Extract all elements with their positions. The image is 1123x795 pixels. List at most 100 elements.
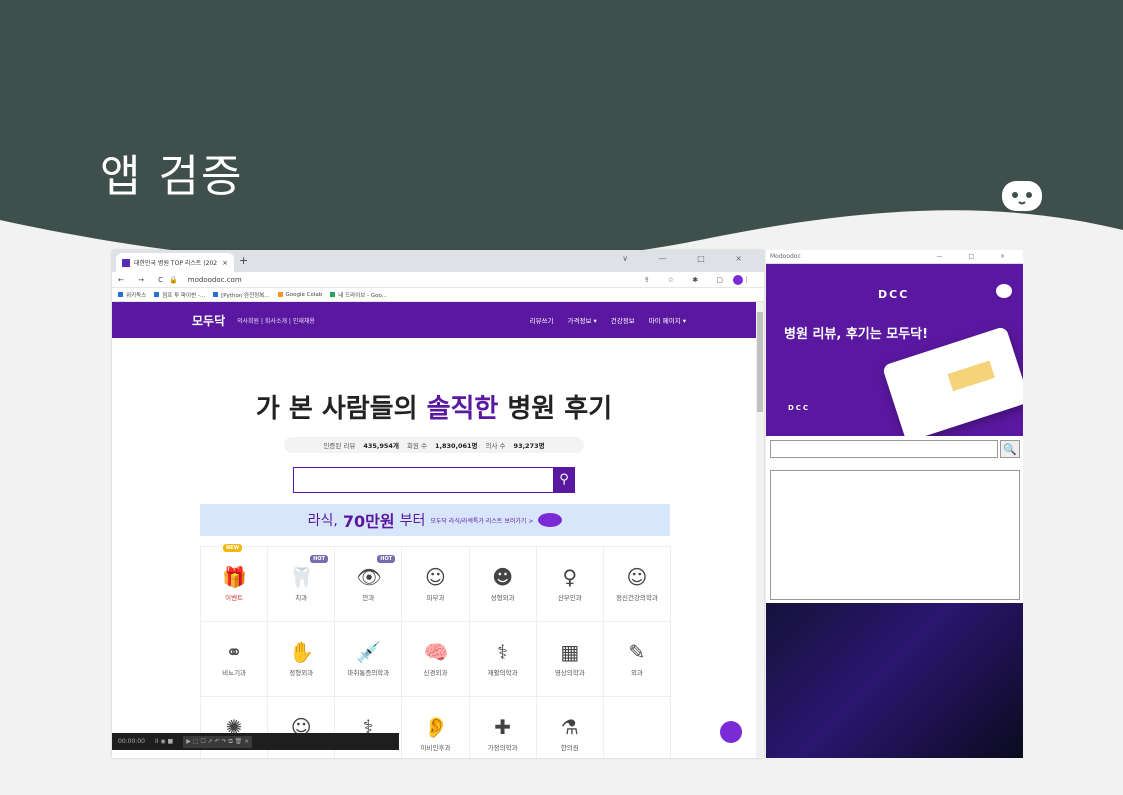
- app-logo: DCC: [878, 288, 910, 301]
- menu-icon[interactable]: ⋮: [743, 276, 758, 284]
- category-item[interactable]: ✎ 외과: [603, 622, 671, 697]
- bookmark-item[interactable]: [Python 완전정복...: [213, 291, 270, 299]
- site-logo[interactable]: 모두닥: [192, 312, 225, 329]
- nav-my-page[interactable]: 마이 페이지 ▾: [649, 315, 686, 325]
- nav-write-review[interactable]: 리뷰쓰기: [530, 315, 554, 325]
- toolbar-icons: ⇪ ☆ ✱ ▢ ⋮: [644, 274, 758, 285]
- lock-icon: 🔒: [169, 275, 178, 284]
- favicon-icon: [122, 258, 130, 267]
- extension-icons[interactable]: ⇪ ☆ ✱ ▢: [644, 276, 731, 284]
- cross-icon: ✚: [494, 715, 511, 739]
- site-nav-links[interactable]: 의사회원 | 회사소개 | 인재채용: [237, 316, 315, 325]
- tab-close-button[interactable]: ×: [222, 259, 228, 267]
- category-item[interactable]: ⚭ 비뇨기과: [201, 622, 269, 697]
- search-icon[interactable]: ⚲: [553, 467, 575, 492]
- bookmark-item[interactable]: 위키독스: [118, 291, 146, 299]
- kidney-icon: ⚭: [225, 640, 243, 664]
- browser-tab[interactable]: 대한민국 병원 TOP 리스트 (202 ×: [116, 253, 234, 272]
- app-chat-icon: [996, 284, 1012, 298]
- app-banner: DCC 병원 리뷰, 후기는 모두닥! DCC: [766, 264, 1023, 436]
- category-label: 피부과: [426, 594, 445, 602]
- screen-recorder-toolbar: 00:00:00 II ◉ ■ ▶ ⬚ ☐ ↗ ↶ ↷ ⧉ 🗑 ×: [112, 733, 399, 750]
- app-search-input[interactable]: [770, 440, 998, 458]
- chat-bubble-icon: [1002, 181, 1042, 211]
- site-navbar: 모두닥 의사회원 | 회사소개 | 인재채용 리뷰쓰기 가격정보 ▾ 건강정보 …: [112, 302, 756, 338]
- slide-title: 앱 검증: [100, 151, 244, 202]
- uterus-icon: ♀: [562, 565, 578, 589]
- xray-icon: ▦: [560, 640, 580, 664]
- bookmarks-bar: 위키독스 점프 투 파이썬 -... [Python 완전정복... Googl…: [112, 288, 764, 302]
- magnifier-icon[interactable]: 🔍: [1000, 440, 1020, 458]
- app-results-box: [770, 470, 1020, 600]
- category-item[interactable]: ▦ 영상의학과: [536, 622, 604, 697]
- category-item[interactable]: ⚗ 한의원: [537, 697, 604, 758]
- category-item[interactable]: ☺ 피부과: [402, 547, 470, 622]
- site-nav-right: 리뷰쓰기 가격정보 ▾ 건강정보 마이 페이지 ▾: [530, 315, 686, 325]
- category-label: 마취통증의학과: [347, 669, 390, 677]
- crutch-icon: ⚕: [497, 640, 509, 664]
- bookmark-item[interactable]: 내 드라이브 - Goo...: [330, 291, 387, 299]
- app-window: Modoodoc — □ × DCC 병원 리뷰, 후기는 모두닥! DCC 🔍: [766, 250, 1023, 758]
- gift-icon: 🎁: [222, 565, 247, 589]
- category-item[interactable]: ☻ 성형외과: [469, 547, 537, 622]
- nav-health-info[interactable]: 건강정보: [611, 315, 635, 325]
- category-item[interactable]: 👂 이비인후과: [402, 697, 470, 758]
- category-item[interactable]: HOT 👁 안과: [335, 547, 403, 622]
- category-item[interactable]: ✚ 가정의학과: [470, 697, 537, 758]
- category-label: 재활의학과: [487, 669, 518, 677]
- mortar-icon: ⚗: [560, 715, 579, 739]
- recorder-tools[interactable]: ▶ ⬚ ☐ ↗ ↶ ↷ ⧉ 🗑 ×: [183, 735, 253, 748]
- nav-price-info[interactable]: 가격정보 ▾: [568, 315, 597, 325]
- face-icon: ☺: [425, 565, 446, 589]
- category-grid: NEW 🎁 이벤트 HOT 🦷 치과 HOT 👁 안과 ☺ 피부과 ☻ 성형외과 ♀ 산부인과 ☺ 정신건강의학…: [200, 544, 671, 758]
- category-label: 비뇨기과: [222, 669, 247, 677]
- app-title: Modoodoc: [770, 253, 801, 260]
- category-label: 이벤트: [225, 594, 244, 602]
- category-item[interactable]: HOT 🦷 치과: [268, 547, 336, 622]
- chat-button[interactable]: [720, 721, 742, 743]
- category-item[interactable]: NEW 🎁 이벤트: [201, 544, 269, 622]
- scalpel-icon: ✎: [628, 640, 646, 664]
- category-item[interactable]: ♀ 산부인과: [536, 547, 604, 622]
- nav-buttons[interactable]: ← → C: [118, 276, 169, 284]
- new-tab-button[interactable]: +: [239, 254, 248, 267]
- profile-avatar[interactable]: [733, 274, 743, 285]
- category-label: 정신건강의학과: [615, 594, 658, 602]
- category-item[interactable]: ⚕ 재활의학과: [469, 622, 537, 697]
- category-label: 한의원: [560, 744, 579, 752]
- lasik-banner[interactable]: 라식, 70만원 부터 모두닥 라식/라섹특가 리스트 보러가기 >: [200, 504, 670, 536]
- bookmark-item[interactable]: 점프 투 파이썬 -...: [154, 291, 205, 299]
- scroll-thumb[interactable]: [757, 312, 763, 412]
- category-item[interactable]: [604, 697, 671, 758]
- category-label: 치과: [295, 594, 308, 602]
- mind-icon: ☺: [626, 565, 648, 589]
- category-badge: NEW: [223, 544, 243, 552]
- browser-tab-bar: 대한민국 병원 TOP 리스트 (202 × + ∨ — □ ×: [112, 250, 764, 272]
- category-label: 가정의학과: [487, 744, 518, 752]
- browser-window-controls[interactable]: ∨ — □ ×: [622, 254, 756, 263]
- scrollbar[interactable]: [756, 302, 764, 758]
- category-label: 신경외과: [423, 669, 448, 677]
- app-window-controls[interactable]: — □ ×: [936, 253, 1017, 260]
- category-label: 영상의학과: [554, 669, 585, 677]
- category-badge: HOT: [377, 555, 396, 563]
- category-item[interactable]: ☺ 정신건강의학과: [603, 547, 671, 622]
- app-small-logo: DCC: [788, 404, 811, 412]
- category-label: 산부인과: [557, 594, 582, 602]
- recorder-controls[interactable]: II ◉ ■: [155, 738, 173, 745]
- category-label: 외과: [630, 669, 643, 677]
- hero: 가 본 사람들의 솔직한 병원 후기 인증된 리뷰 435,954개 회원 수 1,…: [112, 338, 756, 453]
- cast-icon: ✋: [289, 640, 315, 664]
- bookmark-item[interactable]: Google Colab: [277, 292, 322, 298]
- url-field[interactable]: modoodoc.com: [188, 276, 242, 284]
- category-label: 성형외과: [490, 594, 515, 602]
- category-item[interactable]: 💉 마취통증의학과: [335, 622, 403, 697]
- stats-bar: 인증된 리뷰 435,954개 회원 수 1,830,061명 의사 수 93,273…: [284, 437, 584, 453]
- browser-window: 대한민국 병원 TOP 리스트 (202 × + ∨ — □ × ← → C 🔒…: [112, 250, 764, 758]
- category-label: 정형외과: [289, 669, 314, 677]
- category-item[interactable]: 🧠 신경외과: [402, 622, 470, 697]
- site-search-input[interactable]: ⚲: [293, 467, 575, 493]
- ear-icon: 👂: [423, 715, 449, 739]
- category-item[interactable]: ✋ 정형외과: [268, 622, 336, 697]
- page-viewport: 모두닥 의사회원 | 회사소개 | 인재채용 리뷰쓰기 가격정보 ▾ 건강정보 …: [112, 302, 756, 758]
